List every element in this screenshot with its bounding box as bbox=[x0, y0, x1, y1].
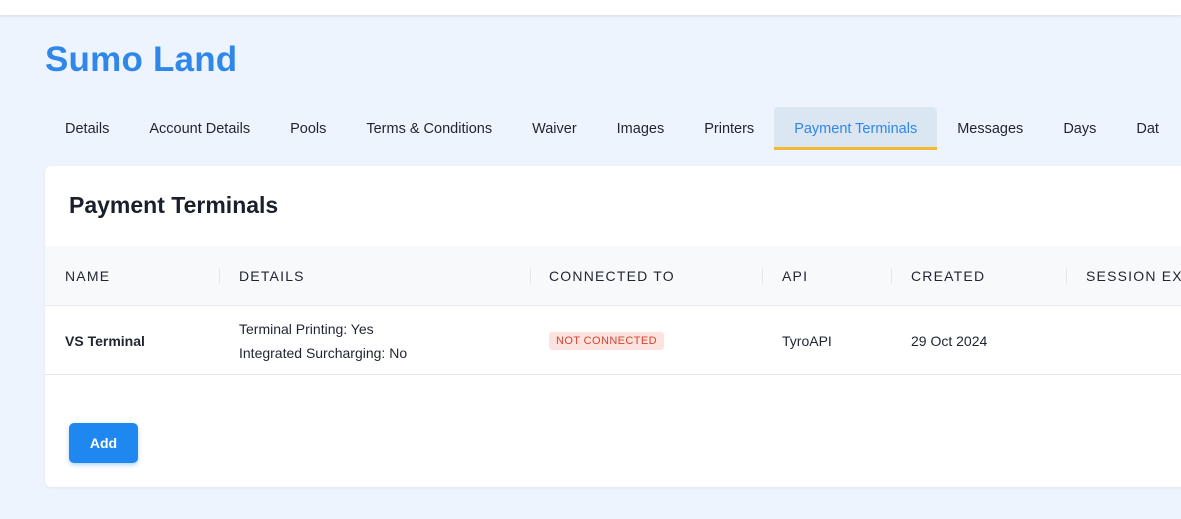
connection-cell: NOT CONNECTED bbox=[549, 306, 664, 375]
top-bar bbox=[0, 0, 1181, 15]
add-terminal-button[interactable]: Add bbox=[69, 423, 138, 463]
column-divider bbox=[530, 268, 531, 284]
tab-bar: Details Account Details Pools Terms & Co… bbox=[45, 107, 1179, 150]
column-header-name: NAME bbox=[65, 268, 111, 284]
table-row[interactable]: VS Terminal Terminal Printing: Yes Integ… bbox=[45, 306, 1181, 375]
tab-waiver[interactable]: Waiver bbox=[512, 107, 597, 150]
tab-payment-terminals[interactable]: Payment Terminals bbox=[774, 107, 938, 150]
detail-terminal-printing: Terminal Printing: Yes bbox=[239, 320, 374, 337]
tab-terms-conditions[interactable]: Terms & Conditions bbox=[346, 107, 512, 150]
tab-details[interactable]: Details bbox=[45, 107, 129, 150]
tab-messages[interactable]: Messages bbox=[937, 107, 1043, 150]
tab-pools[interactable]: Pools bbox=[270, 107, 346, 150]
column-divider bbox=[891, 268, 892, 284]
column-header-details: DETAILS bbox=[239, 268, 305, 284]
column-header-created: CREATED bbox=[911, 268, 986, 284]
detail-integrated-surcharging: Integrated Surcharging: No bbox=[239, 344, 408, 361]
table-header: NAME DETAILS CONNECTED TO API CREATED SE… bbox=[45, 246, 1181, 306]
column-divider bbox=[762, 268, 763, 284]
terminal-name: VS Terminal bbox=[65, 332, 145, 349]
tab-printers[interactable]: Printers bbox=[684, 107, 774, 150]
tab-days[interactable]: Days bbox=[1043, 107, 1116, 150]
tab-images[interactable]: Images bbox=[597, 107, 685, 150]
payment-terminals-card: Payment Terminals NAME DETAILS CONNECTED… bbox=[45, 166, 1181, 487]
column-divider bbox=[219, 268, 220, 284]
column-header-connected-to: CONNECTED TO bbox=[549, 268, 675, 284]
tab-account-details[interactable]: Account Details bbox=[129, 107, 270, 150]
terminal-details: Terminal Printing: Yes Integrated Surcha… bbox=[239, 306, 407, 375]
column-divider bbox=[1066, 268, 1067, 284]
api-cell: TyroAPI bbox=[782, 332, 832, 349]
tab-dat-truncated[interactable]: Dat bbox=[1116, 107, 1179, 150]
created-date: 29 Oct 2024 bbox=[911, 332, 988, 349]
page-title: Sumo Land bbox=[45, 40, 238, 79]
section-title: Payment Terminals bbox=[69, 192, 279, 218]
column-header-api: API bbox=[782, 268, 809, 284]
status-badge: NOT CONNECTED bbox=[549, 331, 664, 350]
column-header-session-expiry: SESSION EXI bbox=[1086, 268, 1181, 284]
